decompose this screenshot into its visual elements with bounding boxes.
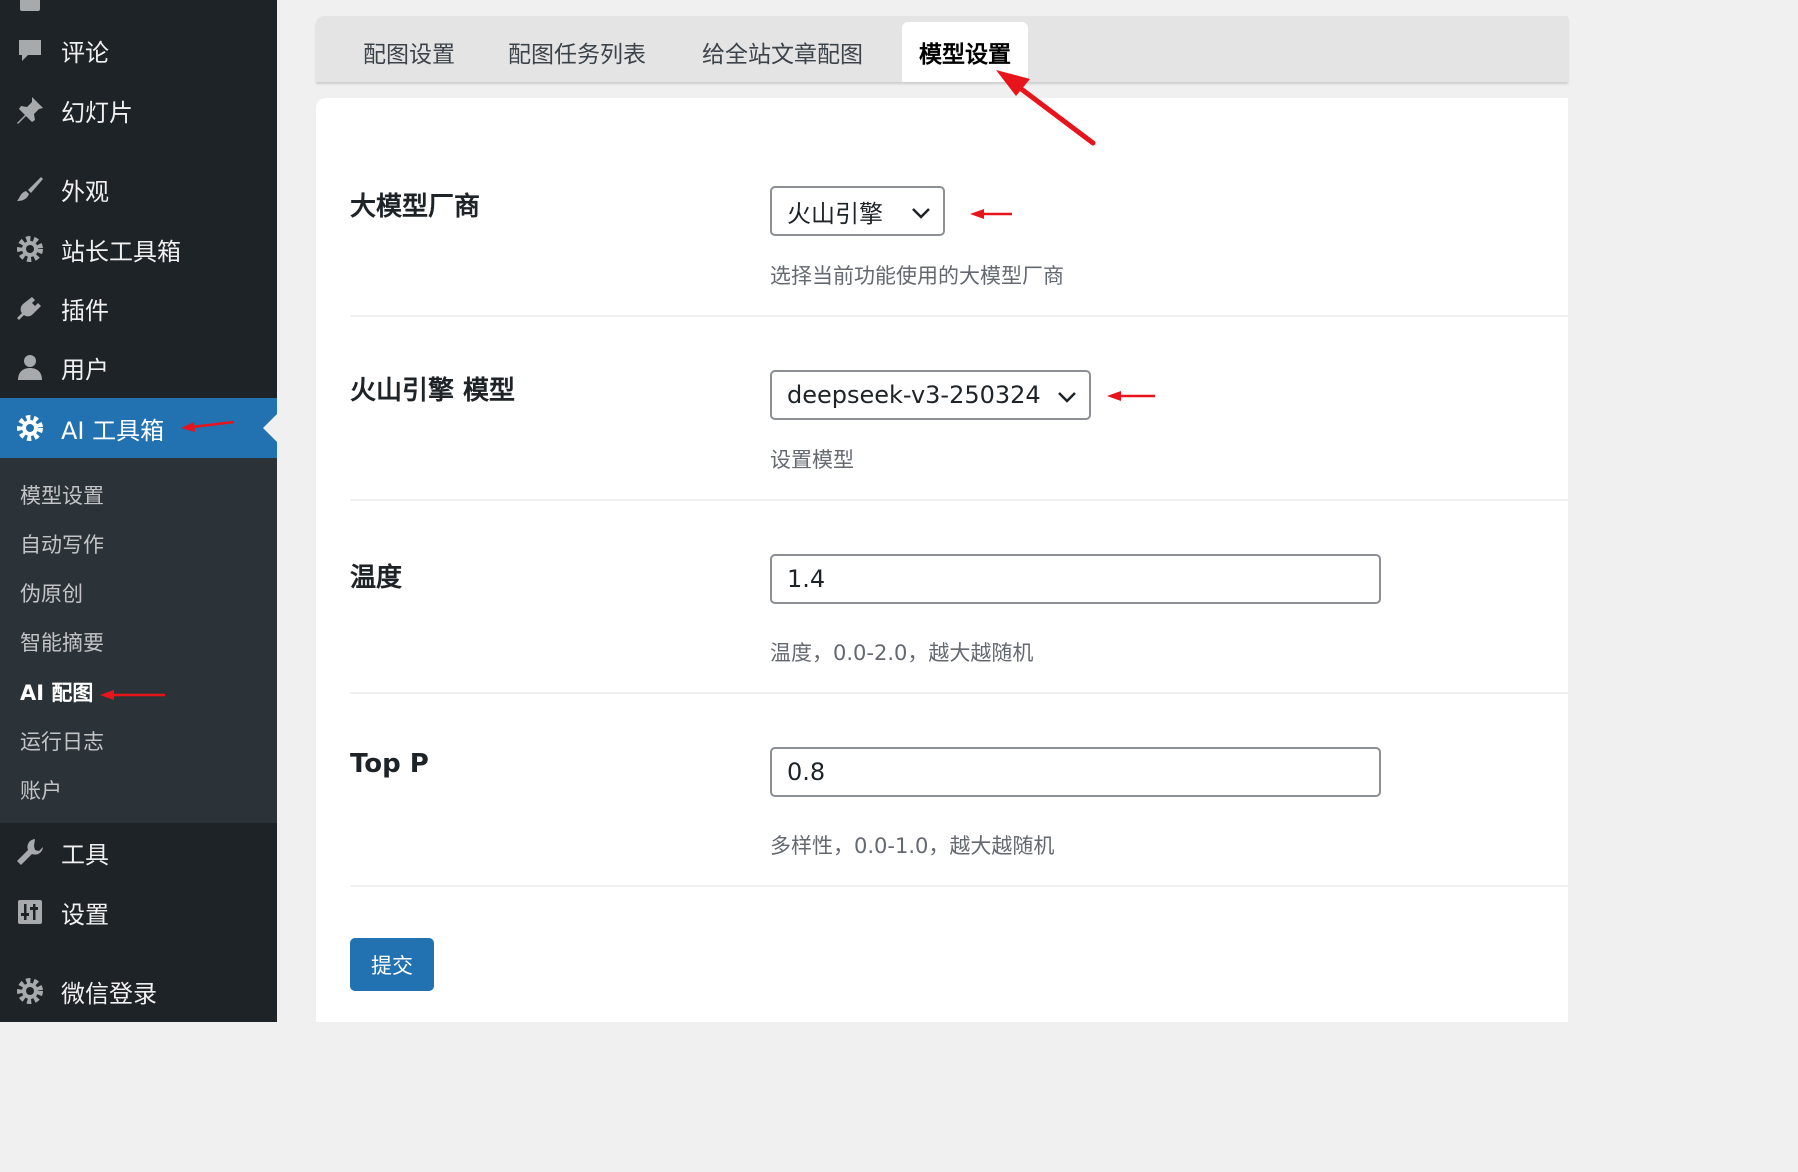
submenu-item-account[interactable]: 账户 [20, 775, 62, 805]
row-divider [350, 692, 1568, 694]
plugin-icon [14, 292, 46, 324]
sidebar-item-label: 站长工具箱 [61, 237, 181, 266]
sidebar-item-label: 设置 [61, 900, 109, 929]
sidebar-item-tools[interactable]: 工具 [0, 824, 277, 880]
top-p-label: Top P [350, 749, 429, 779]
top-p-input[interactable]: 0.8 [770, 747, 1381, 797]
model-select-value: deepseek-v3-250324 [787, 381, 1041, 409]
sidebar-item-webmaster-tools[interactable]: 站长工具箱 [0, 221, 277, 277]
row-divider [350, 885, 1568, 887]
sidebar-item-label: 微信登录 [61, 979, 157, 1008]
top-p-description: 多样性，0.0-1.0，越大越随机 [770, 834, 1055, 858]
sidebar-item-label: AI 工具箱 [61, 416, 165, 445]
sidebar-item-ai-toolbox[interactable]: AI 工具箱 [0, 398, 277, 458]
submenu-item-model-settings[interactable]: 模型设置 [20, 480, 104, 510]
sidebar-item-label: 评论 [61, 38, 109, 67]
sidebar-item-label: 幻灯片 [61, 98, 133, 127]
model-label: 火山引擎 模型 [350, 376, 516, 406]
comment-icon [14, 34, 46, 66]
chevron-down-icon [911, 197, 931, 225]
brush-icon [14, 173, 46, 205]
temperature-label: 温度 [350, 563, 403, 593]
sidebar-item-users[interactable]: 用户 [0, 339, 277, 395]
submenu-item-smart-summary[interactable]: 智能摘要 [20, 627, 104, 657]
page-icon [14, 0, 46, 16]
model-description: 设置模型 [770, 448, 854, 472]
user-icon [14, 351, 46, 383]
row-divider [350, 499, 1568, 501]
submit-button[interactable]: 提交 [350, 938, 434, 991]
sidebar-item-plugins[interactable]: 插件 [0, 280, 277, 336]
sidebar-item-settings[interactable]: 设置 [0, 884, 277, 940]
tab-site-wide-images[interactable]: 给全站文章配图 [702, 16, 863, 82]
settings-tab-bar: 配图设置 配图任务列表 给全站文章配图 模型设置 [316, 16, 1568, 82]
submenu-item-auto-writing[interactable]: 自动写作 [20, 529, 104, 559]
tab-image-task-list[interactable]: 配图任务列表 [508, 16, 646, 82]
vendor-description: 选择当前功能使用的大模型厂商 [770, 264, 1064, 288]
sidebar-item-wechat-login[interactable]: 微信登录 [0, 963, 277, 1019]
temperature-description: 温度，0.0-2.0，越大越随机 [770, 641, 1034, 665]
sidebar-item-label: 插件 [61, 296, 109, 325]
sidebar-item-label: 用户 [61, 355, 109, 384]
chevron-down-icon [1057, 381, 1077, 409]
pin-icon [14, 94, 46, 126]
gear-icon [14, 233, 46, 265]
ai-toolbox-submenu: 模型设置 自动写作 伪原创 智能摘要 AI 配图 运行日志 账户 [0, 458, 277, 823]
sidebar-item-comments[interactable]: 评论 [0, 22, 277, 78]
sidebar-item-label: 外观 [61, 177, 109, 206]
row-divider [350, 315, 1568, 317]
submenu-item-run-log[interactable]: 运行日志 [20, 726, 104, 756]
gear-icon [14, 412, 46, 444]
settings-sliders-icon [14, 896, 46, 928]
sidebar-item-label: 工具 [61, 840, 109, 869]
model-select[interactable]: deepseek-v3-250324 [770, 370, 1091, 420]
wrench-icon [14, 836, 46, 868]
sidebar-item-appearance[interactable]: 外观 [0, 161, 277, 217]
admin-sidebar: 评论 幻灯片 外观 站长工具箱 插件 用户 AI 工具箱 模型设置 自动写作 伪… [0, 0, 277, 1022]
vendor-select-value: 火山引擎 [787, 199, 883, 228]
gear-icon [14, 975, 46, 1007]
submenu-item-pseudo-original[interactable]: 伪原创 [20, 578, 83, 608]
vendor-label: 大模型厂商 [350, 192, 481, 222]
tab-model-settings[interactable]: 模型设置 [902, 22, 1028, 82]
temperature-input[interactable]: 1.4 [770, 554, 1381, 604]
sidebar-item-slides[interactable]: 幻灯片 [0, 82, 277, 138]
vendor-select[interactable]: 火山引擎 [770, 186, 945, 236]
settings-form-panel: 大模型厂商 火山引擎 选择当前功能使用的大模型厂商 火山引擎 模型 deepse… [316, 98, 1568, 1022]
submenu-item-ai-image[interactable]: AI 配图 [20, 677, 93, 707]
tab-image-settings[interactable]: 配图设置 [363, 16, 455, 82]
